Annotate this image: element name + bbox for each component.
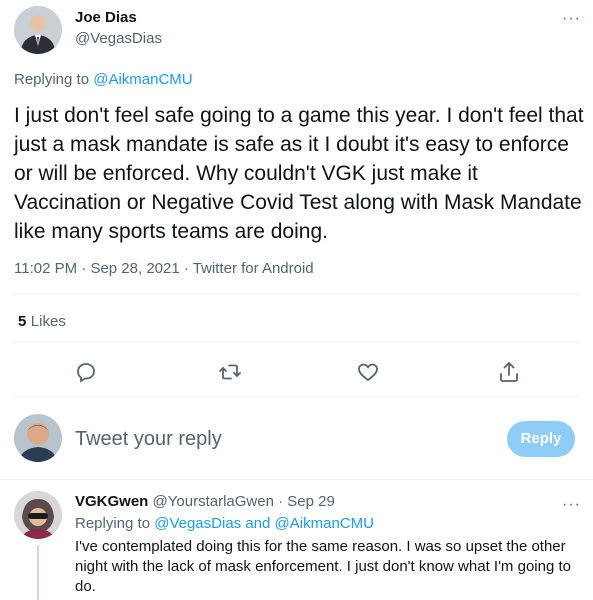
tweet-meta: 11:02 PM · Sep 28, 2021 · Twitter for An… [14,260,314,277]
divider [0,479,593,480]
tweet-source[interactable]: Twitter for Android [193,260,314,277]
reply-tweet-text: I've contemplated doing this for the sam… [75,538,571,595]
reply-replying-to-and: and [245,515,271,532]
reply-header: VGKGwen @YourstarlaGwen · Sep 29 [75,493,335,510]
reply-replying-to-line: Replying to @VegasDias and @AikmanCMU [75,515,374,532]
reply-date[interactable]: Sep 29 [287,493,335,510]
author-avatar[interactable] [14,6,62,54]
divider [14,342,579,343]
reply-author-name[interactable]: VGKGwen [75,493,148,510]
replying-to-link[interactable]: @AikmanCMU [93,71,192,88]
retweet-icon[interactable] [218,360,242,384]
reply-more-options-icon[interactable]: ··· [562,497,581,513]
meta-separator: · [81,260,87,277]
reply-author-avatar[interactable] [14,491,62,539]
author-handle[interactable]: @VegasDias [75,30,162,47]
thread-line [37,545,39,600]
likes-label: Likes [30,313,66,330]
divider [14,294,579,295]
likes-stat[interactable]: 5 Likes [18,313,66,331]
more-options-icon[interactable]: ··· [562,11,581,27]
current-user-avatar[interactable] [14,414,62,462]
replying-to-label: Replying to [14,71,90,88]
reply-replying-to-link[interactable]: @AikmanCMU [275,515,374,532]
author-name[interactable]: Joe Dias [75,9,137,26]
share-icon[interactable] [497,360,521,384]
reply-input[interactable]: Tweet your reply [75,428,222,451]
reply-replying-to-label: Replying to [75,515,151,532]
replying-to-line: Replying to @AikmanCMU [14,71,193,88]
reply-button[interactable]: Reply [507,421,575,457]
likes-count: 5 [18,313,27,330]
meta-separator: · [183,260,189,277]
tweet-date[interactable]: Sep 28, 2021 [90,260,179,277]
tweet-time[interactable]: 11:02 PM [14,260,77,277]
divider [14,396,579,397]
reply-icon[interactable] [74,360,98,384]
reply-meta-separator: · [278,493,284,510]
like-icon[interactable] [356,360,380,384]
tweet-text: I just don't feel safe going to a game t… [14,104,584,243]
reply-replying-to-link[interactable]: @VegasDias [154,515,241,532]
reply-author-handle[interactable]: @YourstarlaGwen [153,493,274,510]
